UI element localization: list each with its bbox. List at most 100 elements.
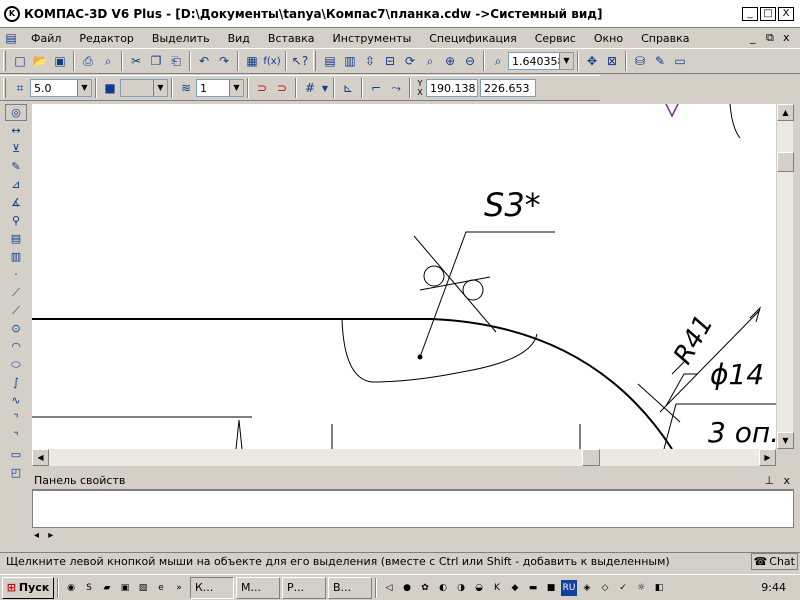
- tray-app-icon[interactable]: K: [489, 580, 505, 596]
- ortho-mode-icon[interactable]: ⌐: [366, 78, 386, 98]
- zoom-window-icon[interactable]: ⌕: [420, 51, 440, 71]
- scroll-right-icon[interactable]: ▶: [759, 449, 776, 466]
- vertical-scrollbar[interactable]: ▲ ▼: [776, 104, 794, 449]
- tray-app-icon[interactable]: ◐: [435, 580, 451, 596]
- view-manager-icon[interactable]: ▭: [670, 51, 690, 71]
- coord-x-field[interactable]: 190.138: [426, 79, 478, 97]
- menu-select[interactable]: Выделить: [143, 32, 219, 45]
- spec-panel-icon[interactable]: ▤: [5, 230, 27, 247]
- ie-icon[interactable]: e: [153, 580, 169, 596]
- cut-icon[interactable]: ✂: [126, 51, 146, 71]
- chevron-down-icon[interactable]: ▼: [229, 80, 243, 96]
- task-kompas[interactable]: К...: [190, 576, 234, 599]
- mdi-restore-button[interactable]: ⧉: [766, 31, 774, 45]
- help-pointer-icon[interactable]: ↖?: [290, 51, 310, 71]
- grid-icon[interactable]: #: [300, 78, 320, 98]
- aux-line-icon[interactable]: ⟋: [5, 284, 27, 301]
- tray-app-icon[interactable]: ◇: [597, 580, 613, 596]
- properties-close-button[interactable]: x: [783, 474, 790, 487]
- align-icon[interactable]: ⇳: [360, 51, 380, 71]
- folder-icon[interactable]: ▰: [99, 580, 115, 596]
- report-panel-icon[interactable]: ▥: [5, 248, 27, 265]
- ortho-icon[interactable]: ⊾: [338, 78, 358, 98]
- step-combo[interactable]: 5.0 ▼: [30, 79, 92, 97]
- arc-icon[interactable]: ◠: [5, 338, 27, 355]
- image-icon[interactable]: ▧: [135, 580, 151, 596]
- chevron-down-icon[interactable]: ▼: [77, 80, 91, 96]
- refresh-icon[interactable]: ⟳: [400, 51, 420, 71]
- chevron-right-icon[interactable]: »: [171, 580, 187, 596]
- fx-button[interactable]: f(x): [262, 51, 282, 71]
- pin-icon[interactable]: ⊥: [764, 474, 774, 487]
- spline-icon[interactable]: ∫: [5, 374, 27, 391]
- mdi-minimize-button[interactable]: _: [750, 31, 756, 44]
- library-icon[interactable]: ⛁: [630, 51, 650, 71]
- snap-magnet-icon[interactable]: ⊃: [252, 78, 272, 98]
- redo-icon[interactable]: ↷: [214, 51, 234, 71]
- browser-icon[interactable]: ◉: [63, 580, 79, 596]
- menu-edit[interactable]: Редактор: [70, 32, 143, 45]
- symbols-panel-icon[interactable]: ⊻: [5, 140, 27, 157]
- geometry-panel-icon[interactable]: ◎: [5, 104, 27, 121]
- ellipse-icon[interactable]: ⬭: [5, 356, 27, 373]
- nav-prev-button[interactable]: ◂: [34, 530, 39, 541]
- scroll-down-icon[interactable]: ▼: [777, 432, 794, 449]
- toolbar-grip[interactable]: [3, 51, 6, 71]
- chevron-down-icon[interactable]: ▼: [153, 80, 167, 96]
- tray-app-icon[interactable]: ✓: [615, 580, 631, 596]
- style-icon[interactable]: ■: [100, 78, 120, 98]
- circle-icon[interactable]: ⊙: [5, 320, 27, 337]
- tray-app-icon[interactable]: ◈: [579, 580, 595, 596]
- task-word-r[interactable]: Р...: [282, 576, 326, 599]
- undo-icon[interactable]: ↶: [194, 51, 214, 71]
- tray-app-icon[interactable]: ■: [543, 580, 559, 596]
- document-icon[interactable]: ▤: [0, 28, 22, 48]
- measure-panel-icon[interactable]: ∡: [5, 194, 27, 211]
- menu-file[interactable]: Файл: [22, 32, 70, 45]
- horizontal-scroll-thumb[interactable]: [582, 449, 600, 466]
- new-document-icon[interactable]: □: [10, 51, 30, 71]
- snap-local-icon[interactable]: ⊃: [272, 78, 292, 98]
- menu-specification[interactable]: Спецификация: [420, 32, 525, 45]
- scroll-up-icon[interactable]: ▲: [777, 104, 794, 121]
- toolbar-grip[interactable]: [313, 51, 316, 71]
- point-icon[interactable]: ·: [5, 266, 27, 283]
- vertical-scroll-thumb[interactable]: [777, 152, 794, 172]
- pan-icon[interactable]: ✥: [582, 51, 602, 71]
- close-button[interactable]: X: [778, 7, 794, 21]
- rectangle-icon[interactable]: ▭: [5, 446, 27, 463]
- zoom-all-icon[interactable]: ⊠: [602, 51, 622, 71]
- tray-app-icon[interactable]: ◒: [471, 580, 487, 596]
- zoom-scale-combo[interactable]: 1.640358 ▼: [508, 52, 574, 70]
- tray-app-icon[interactable]: ☼: [633, 580, 649, 596]
- layer-manager-icon[interactable]: ▥: [340, 51, 360, 71]
- tray-app-icon[interactable]: ●: [399, 580, 415, 596]
- skype-icon[interactable]: S: [81, 580, 97, 596]
- menu-tools[interactable]: Инструменты: [324, 32, 421, 45]
- select-panel-icon[interactable]: ⚲: [5, 212, 27, 229]
- drawing-svg[interactable]: S3* R41 ϕ14 3 оп.: [32, 104, 776, 449]
- menu-service[interactable]: Сервис: [526, 32, 585, 45]
- print-icon[interactable]: ⎙: [78, 51, 98, 71]
- zoom-in-icon[interactable]: ⊕: [440, 51, 460, 71]
- layers-icon[interactable]: ▤: [320, 51, 340, 71]
- open-icon[interactable]: 📂: [30, 51, 50, 71]
- tray-app-icon[interactable]: ✿: [417, 580, 433, 596]
- chat-button[interactable]: ☎ Chat: [750, 553, 798, 570]
- chevron-down-icon[interactable]: ▼: [320, 78, 330, 98]
- round-icon[interactable]: ⤳: [386, 78, 406, 98]
- fillet-icon[interactable]: ⌝: [5, 428, 27, 445]
- polyline-icon[interactable]: ∿: [5, 392, 27, 409]
- volume-icon[interactable]: ◁: [381, 580, 397, 596]
- paste-icon[interactable]: ⎗: [166, 51, 186, 71]
- style-combo[interactable]: ▼: [120, 79, 168, 97]
- layout-icon[interactable]: ⊟: [380, 51, 400, 71]
- language-indicator[interactable]: RU: [561, 579, 577, 596]
- layer-combo[interactable]: 1 ▼: [196, 79, 244, 97]
- parametrization-panel-icon[interactable]: ⊿: [5, 176, 27, 193]
- dimensions-panel-icon[interactable]: ↔: [5, 122, 27, 139]
- minimize-button[interactable]: _: [742, 7, 758, 21]
- tray-app-icon[interactable]: ◧: [651, 580, 667, 596]
- horizontal-scrollbar[interactable]: ◀ ▶: [32, 449, 776, 466]
- segment-icon[interactable]: ⟋: [5, 302, 27, 319]
